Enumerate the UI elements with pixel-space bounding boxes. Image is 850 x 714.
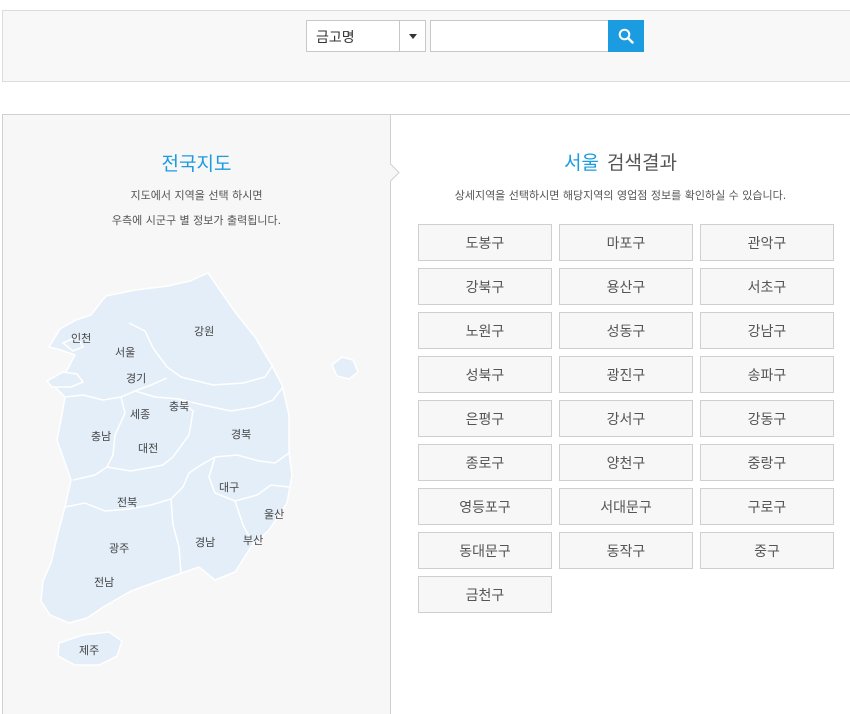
district-button[interactable]: 은평구 — [418, 400, 552, 437]
search-button[interactable] — [608, 20, 644, 52]
region-ulsan[interactable]: 울산 — [264, 508, 284, 521]
region-gangwon[interactable]: 강원 — [194, 325, 214, 338]
map-panel: 전국지도 지도에서 지역을 선택 하시면 우측에 시군구 별 정보가 출력됩니다… — [2, 114, 391, 714]
district-button[interactable]: 서초구 — [700, 268, 834, 305]
district-button[interactable]: 동대문구 — [418, 532, 552, 569]
search-input[interactable] — [430, 20, 610, 52]
region-daejeon[interactable]: 대전 — [138, 442, 158, 455]
district-button[interactable]: 송파구 — [700, 356, 834, 393]
results-city: 서울 — [564, 152, 600, 174]
district-button[interactable]: 강남구 — [700, 312, 834, 349]
chevron-down-icon[interactable] — [399, 21, 425, 51]
results-title: 서울 검색결과 — [391, 148, 850, 175]
results-suffix: 검색결과 — [607, 152, 677, 174]
district-button[interactable]: 중랑구 — [700, 444, 834, 481]
select-value: 금고명 — [316, 30, 355, 46]
district-button[interactable]: 마포구 — [559, 224, 693, 261]
region-jeonnam[interactable]: 전남 — [94, 576, 114, 589]
region-busan[interactable]: 부산 — [243, 534, 263, 547]
district-button[interactable]: 광진구 — [559, 356, 693, 393]
district-button[interactable]: 용산구 — [559, 268, 693, 305]
district-button[interactable]: 중구 — [700, 532, 834, 569]
district-button[interactable]: 성동구 — [559, 312, 693, 349]
region-gyeongbuk[interactable]: 경북 — [231, 428, 251, 441]
district-button[interactable]: 종로구 — [418, 444, 552, 481]
region-sejong[interactable]: 세종 — [130, 408, 150, 421]
region-chungnam[interactable]: 충남 — [91, 430, 111, 443]
region-seoul[interactable]: 서울 — [115, 346, 135, 359]
district-button[interactable]: 강동구 — [700, 400, 834, 437]
region-incheon[interactable]: 인천 — [71, 331, 91, 345]
map-incheon-island[interactable] — [45, 371, 85, 388]
region-jeonbuk[interactable]: 전북 — [117, 496, 137, 509]
region-gyeongnam[interactable]: 경남 — [195, 536, 215, 549]
map-ulleungdo[interactable] — [331, 356, 359, 380]
region-gyeonggi[interactable]: 경기 — [126, 372, 146, 385]
district-button[interactable]: 금천구 — [418, 576, 552, 613]
region-chungbuk[interactable]: 충북 — [169, 400, 189, 413]
search-icon — [618, 28, 634, 44]
korea-map: 인천 서울 강원 경기 세종 충북 충남 대전 경북 대구 전북 울산 광주 경… — [40, 272, 359, 666]
district-button[interactable]: 도봉구 — [418, 224, 552, 261]
district-button[interactable]: 양천구 — [559, 444, 693, 481]
region-daegu[interactable]: 대구 — [219, 481, 239, 494]
district-button[interactable]: 영등포구 — [418, 488, 552, 525]
district-grid: 도봉구 마포구 관악구 강북구 용산구 서초구 노원구 성동구 강남구 성북구 … — [418, 224, 838, 613]
results-desc: 상세지역을 선택하시면 해당지역의 영업점 정보를 확인하실 수 있습니다. — [454, 189, 787, 202]
search-type-select[interactable]: 금고명 — [306, 20, 426, 52]
search-bar — [2, 10, 850, 82]
district-button[interactable]: 구로구 — [700, 488, 834, 525]
results-top-border — [391, 114, 850, 115]
district-button[interactable]: 노원구 — [418, 312, 552, 349]
district-button[interactable]: 동작구 — [559, 532, 693, 569]
map-mainland[interactable] — [40, 272, 293, 624]
district-button[interactable]: 강북구 — [418, 268, 552, 305]
district-button[interactable]: 성북구 — [418, 356, 552, 393]
district-button[interactable]: 서대문구 — [559, 488, 693, 525]
region-jeju[interactable]: 제주 — [79, 644, 99, 657]
region-gwangju[interactable]: 광주 — [109, 542, 129, 555]
district-button[interactable]: 관악구 — [700, 224, 834, 261]
district-button[interactable]: 강서구 — [559, 400, 693, 437]
